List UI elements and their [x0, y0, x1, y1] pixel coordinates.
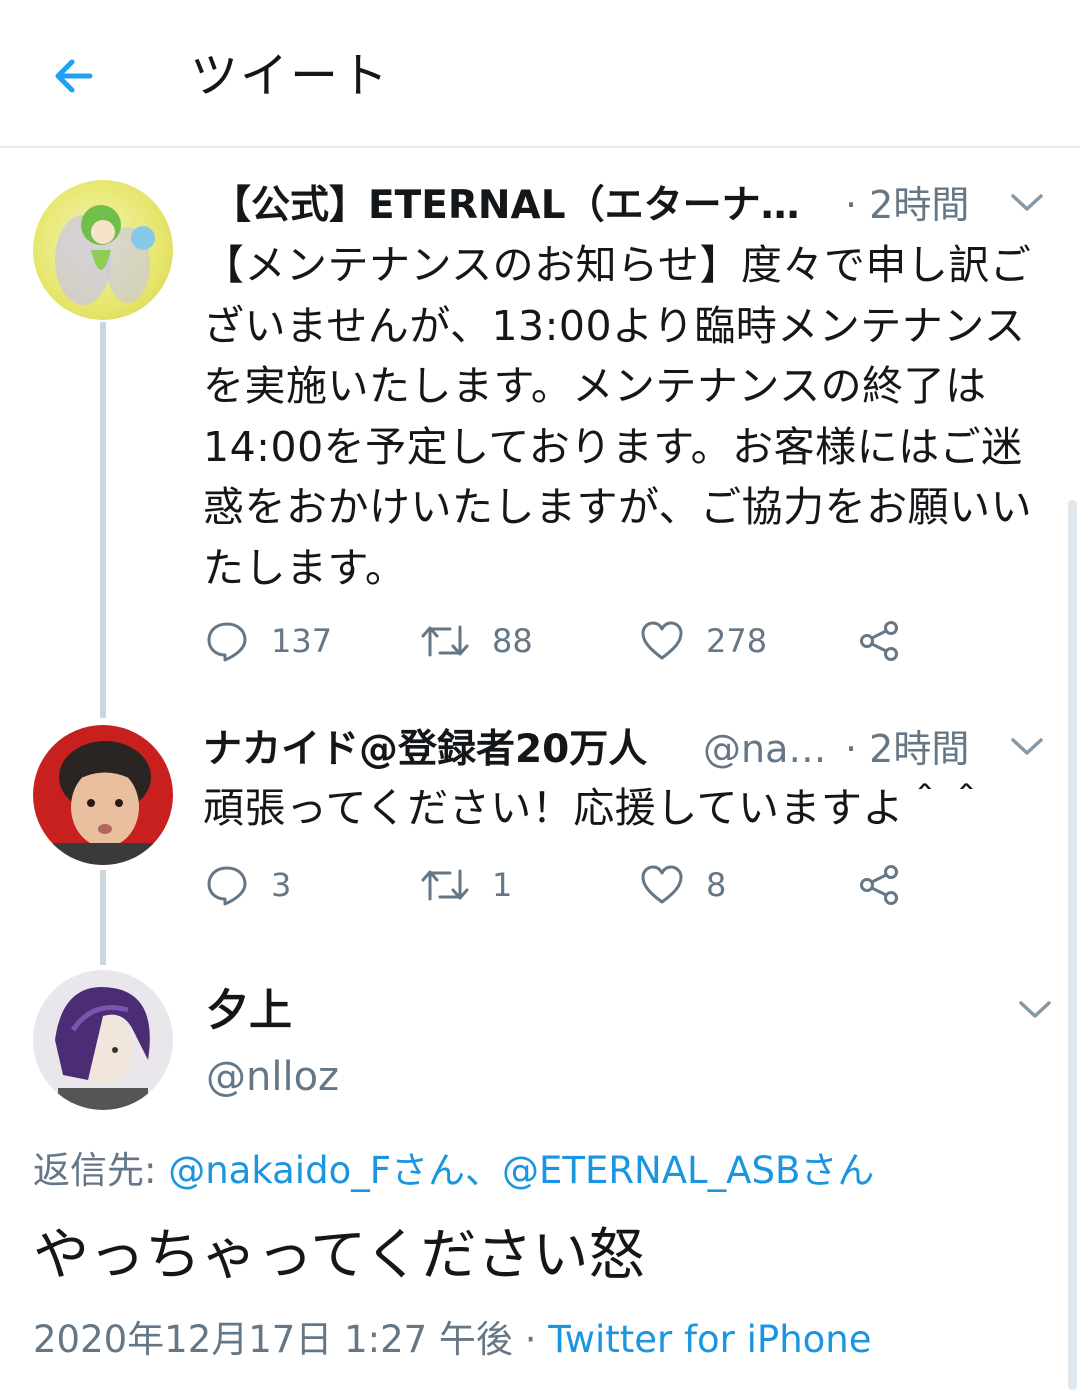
- reply-count: 3: [271, 866, 292, 904]
- author-name[interactable]: 【公式】ETERNAL（エターナ…: [212, 178, 832, 233]
- reply-count: 137: [271, 622, 333, 660]
- reply-context: 返信先: @nakaido_Fさん、@ETERNAL_ASBさん: [33, 1143, 874, 1198]
- retweet-icon: [421, 625, 469, 657]
- share-icon: [860, 621, 898, 661]
- tweet-text: 頑張ってください！応援していますよ＾＾: [203, 784, 987, 832]
- share-icon: [860, 865, 898, 905]
- heart-icon: [641, 865, 683, 904]
- reply-button[interactable]: 137: [205, 616, 332, 666]
- author-handle[interactable]: @nlloz: [206, 1050, 339, 1105]
- like-count: 278: [706, 622, 768, 660]
- reply-icon: [207, 622, 247, 662]
- reply-prefix: 返信先:: [33, 1149, 169, 1192]
- retweet-button[interactable]: 88: [420, 616, 533, 666]
- tweet-text: やっちゃってください怒: [33, 1223, 645, 1288]
- author-handle[interactable]: @na…: [703, 722, 833, 777]
- scrollbar[interactable]: [1068, 500, 1077, 1390]
- reply-icon: [207, 866, 247, 906]
- page-title: ツイート: [190, 48, 391, 104]
- retweet-icon: [421, 869, 469, 901]
- retweet-button[interactable]: 1: [420, 860, 512, 910]
- author-name[interactable]: ナカイド@登録者20万人: [203, 722, 693, 777]
- share-button[interactable]: [858, 616, 902, 666]
- retweet-count: 1: [492, 866, 513, 904]
- avatar[interactable]: [33, 970, 173, 1110]
- like-button[interactable]: 8: [640, 860, 726, 910]
- avatar[interactable]: [33, 180, 173, 320]
- share-button[interactable]: [858, 860, 902, 910]
- like-count: 8: [706, 866, 727, 904]
- tweet-meta: 2020年12月17日 1:27 午後 · Twitter for iPhone: [33, 1312, 872, 1367]
- thread-line: [100, 870, 106, 965]
- thread-line: [100, 322, 106, 718]
- heart-icon: [641, 621, 683, 660]
- reply-to-link[interactable]: @nakaido_Fさん、@ETERNAL_ASBさん: [168, 1149, 874, 1192]
- source-link[interactable]: Twitter for iPhone: [548, 1318, 871, 1361]
- retweet-count: 88: [492, 622, 533, 660]
- author-name[interactable]: 夕上: [206, 982, 292, 1040]
- avatar[interactable]: [33, 725, 173, 865]
- chevron-down-icon[interactable]: [1015, 990, 1055, 1030]
- reply-button[interactable]: 3: [205, 860, 291, 910]
- top-bar: ツイート: [0, 0, 1080, 148]
- tweet-time[interactable]: · 2時間: [845, 722, 969, 777]
- arrow-left-icon[interactable]: [42, 44, 106, 108]
- like-button[interactable]: 278: [640, 616, 767, 666]
- tweet-timestamp: 2020年12月17日 1:27 午後 ·: [33, 1318, 549, 1361]
- chevron-down-icon[interactable]: [1007, 183, 1047, 223]
- tweet-text: 【メンテナンスのお知らせ】度々で申し訳ございませんが、13:00より臨時メンテナ…: [203, 241, 1033, 592]
- chevron-down-icon[interactable]: [1007, 727, 1047, 767]
- tweet-time[interactable]: · 2時間: [845, 178, 969, 233]
